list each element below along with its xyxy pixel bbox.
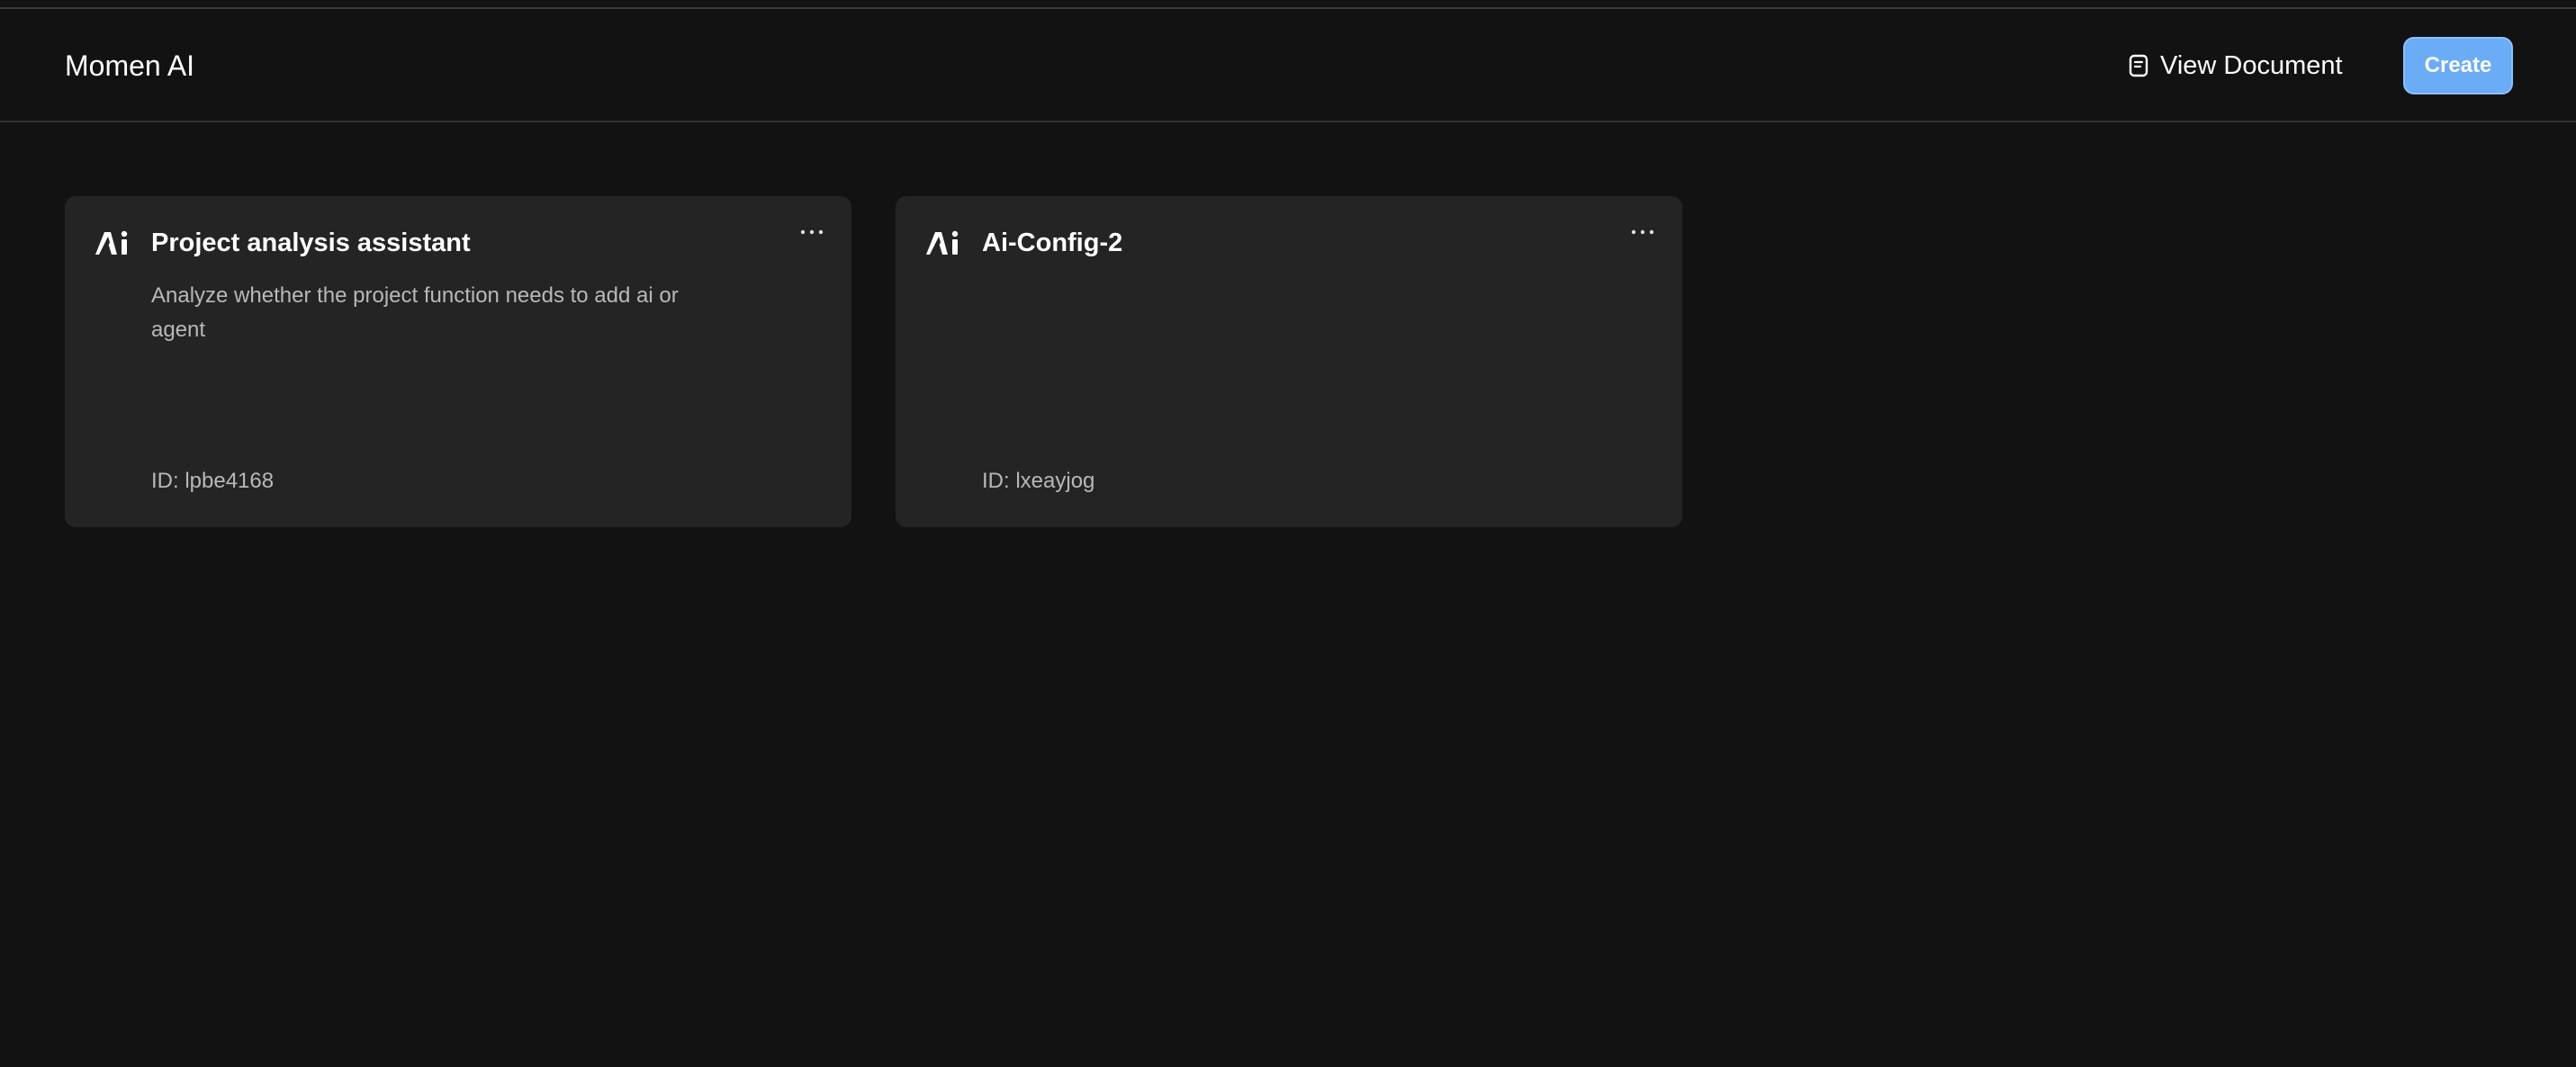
more-horizontal-icon[interactable] [796,221,828,243]
view-document-label: View Document [2160,51,2343,80]
card-description: Analyze whether the project function nee… [151,283,679,342]
card-id: ID: lpbe4168 [151,469,275,493]
ai-config-card[interactable]: Ai-Config-2 ID: lxeayjog [896,196,1682,527]
card-title: Project analysis assistant [151,229,471,257]
more-horizontal-icon[interactable] [1626,221,1659,243]
card-id: ID: lxeayjog [982,469,1095,493]
document-icon [2128,53,2149,78]
ai-config-card[interactable]: Project analysis assistant Analyze wheth… [65,196,851,527]
app-header: Momen AI View Document Create [0,9,2576,122]
view-document-button[interactable]: View Document [2128,47,2343,85]
card-title: Ai-Config-2 [982,229,1123,257]
ai-logo-icon [924,229,960,256]
app-title: Momen AI [65,49,195,82]
create-button[interactable]: Create [2403,37,2513,94]
ai-logo-icon [94,229,130,256]
